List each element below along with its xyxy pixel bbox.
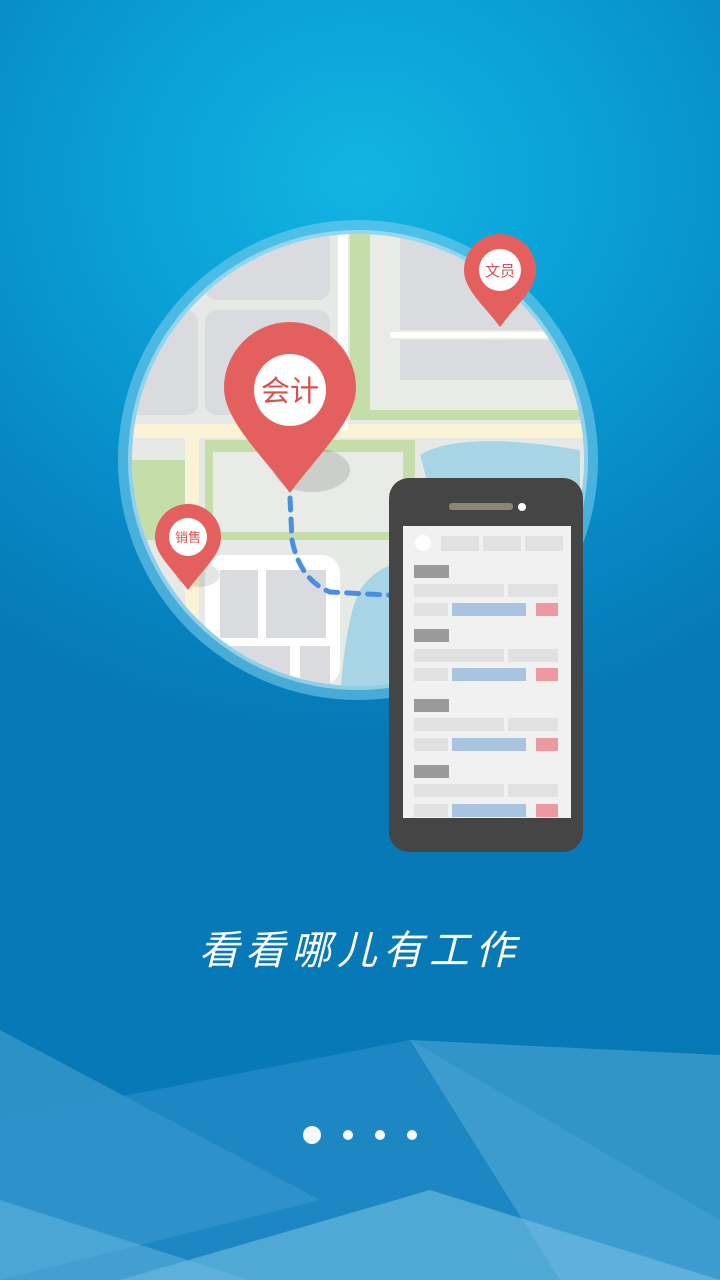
pin-label-sales: 销售: [175, 530, 201, 546]
phone-illustration: [389, 478, 583, 852]
page-indicator: [0, 1124, 720, 1146]
pin-label-accountant: 会计: [261, 374, 319, 408]
page-dot-4[interactable]: [407, 1130, 417, 1140]
pin-label-clerk: 文员: [485, 262, 515, 280]
page-dot-3[interactable]: [375, 1130, 385, 1140]
onboarding-headline: 看看哪儿有工作: [199, 928, 521, 974]
page-dot-2[interactable]: [343, 1130, 353, 1140]
onboarding-illustration: 会计 文员 销售: [118, 220, 598, 852]
page-dot-1[interactable]: [303, 1126, 321, 1144]
